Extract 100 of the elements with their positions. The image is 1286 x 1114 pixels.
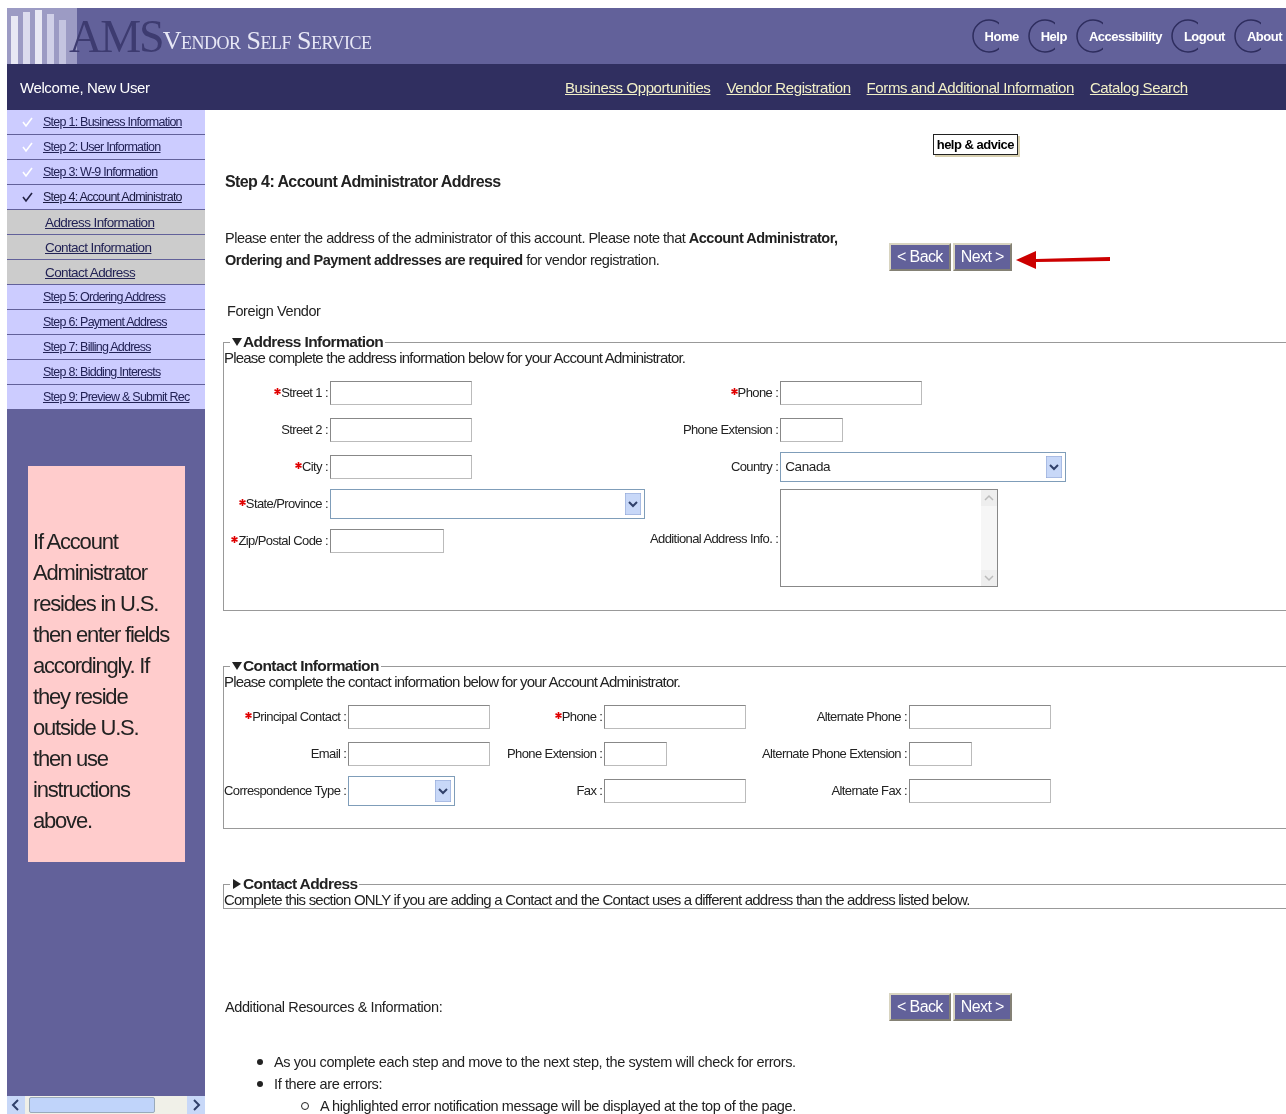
logo-initials: AMS — [69, 9, 163, 63]
step-link[interactable]: Step 7: Billing Address — [43, 340, 151, 354]
intro-text: Please enter the address of the administrator of this account. Please note that Account Administrator, Ordering and Payment addresses are required for vendor registration. — [225, 229, 839, 270]
text-field[interactable] — [348, 704, 491, 729]
step-item[interactable]: Step 7: Billing Address — [7, 335, 205, 360]
substep-link[interactable]: Contact Information — [45, 239, 152, 255]
text-field[interactable] — [604, 778, 747, 803]
step-item[interactable]: Step 3: W-9 Information — [7, 160, 205, 185]
scroll-up-icon[interactable] — [981, 490, 998, 506]
nav-button[interactable]: Accessibility — [1078, 18, 1166, 54]
next-button[interactable]: Next > — [952, 993, 1012, 1021]
step-item[interactable]: Step 4: Account Administrato — [7, 185, 205, 210]
nav-link[interactable]: Vendor Registration — [726, 78, 851, 96]
text-field[interactable] — [604, 741, 668, 766]
text-field[interactable] — [330, 528, 444, 553]
text-area[interactable] — [780, 489, 999, 587]
welcome-text: Welcome, New User — [20, 78, 151, 96]
bullet-icon — [257, 1081, 263, 1087]
step-link[interactable]: Step 6: Payment Address — [43, 315, 167, 329]
nav-link[interactable]: Business Opportunities — [565, 78, 711, 96]
text-field[interactable] — [330, 380, 472, 405]
nav-button[interactable]: Help — [1030, 18, 1071, 54]
dropdown-field[interactable] — [330, 488, 645, 519]
step-link[interactable]: Step 9: Preview & Submit Rec — [43, 390, 190, 404]
scroll-thumb[interactable] — [29, 1097, 155, 1113]
step-item[interactable]: Step 6: Payment Address — [7, 310, 205, 335]
substep-item[interactable]: Contact Address — [7, 260, 205, 285]
text-field[interactable] — [330, 417, 472, 442]
substep-link[interactable]: Address Information — [45, 214, 155, 230]
bullet-text: A highlighted error notification message will be displayed at the top of the page. — [320, 1098, 796, 1114]
step-link[interactable]: Step 5: Ordering Address — [43, 290, 166, 304]
text-field[interactable] — [908, 778, 1051, 803]
site-title: Vendor Self Service — [162, 26, 372, 56]
field-label: Correspondence Type : — [224, 783, 347, 798]
step-item[interactable]: Step 9: Preview & Submit Rec — [7, 385, 205, 410]
scroll-left-icon[interactable] — [7, 1096, 25, 1114]
bullet-text: If there are errors: — [274, 1076, 383, 1092]
field-label: Email : — [310, 746, 347, 761]
nav-link[interactable]: Catalog Search — [1089, 78, 1188, 96]
field-label: Fax : — [576, 783, 603, 798]
section-toggle[interactable]: Contact Address — [230, 875, 360, 893]
step-link[interactable]: Step 8: Bidding Interests — [43, 365, 161, 379]
field-label: Zip/Postal Code : — [238, 533, 328, 548]
note-text: If Account Administrator resides in U.S. then enter fields accordingly. If they reside outside U.S. then use instructions above. — [33, 528, 171, 835]
horizontal-scrollbar[interactable] — [7, 1096, 205, 1114]
dropdown-field[interactable] — [348, 775, 456, 806]
step-link[interactable]: Step 3: W-9 Information — [43, 165, 158, 179]
field-label: Alternate Fax : — [831, 783, 907, 798]
nav-button[interactable]: Home — [974, 18, 1023, 54]
resources-heading: Additional Resources & Information: — [225, 999, 444, 1015]
field-label: City : — [302, 459, 328, 474]
step-item[interactable]: Step 8: Bidding Interests — [7, 360, 205, 385]
dropdown-arrow-icon[interactable] — [625, 492, 641, 515]
step-item[interactable]: Step 5: Ordering Address — [7, 285, 205, 310]
scroll-down-icon[interactable] — [981, 570, 998, 586]
bullet-icon — [257, 1059, 263, 1065]
help-button[interactable]: help & advice — [932, 134, 1018, 155]
text-field[interactable] — [348, 741, 491, 766]
dropdown-arrow-icon[interactable] — [1046, 455, 1063, 478]
field-label: Country : — [730, 459, 779, 474]
section-description: Please complete the contact information below for your Account Administrator. — [224, 673, 682, 690]
step-link[interactable]: Step 1: Business Information — [43, 115, 182, 129]
substep-item[interactable]: Address Information — [7, 210, 205, 235]
back-button[interactable]: < Back — [889, 243, 951, 271]
substep-link[interactable]: Contact Address — [45, 264, 136, 280]
section-toggle[interactable]: Contact Information — [230, 657, 381, 675]
step-item[interactable]: Step 2: User Information — [7, 135, 205, 160]
field-label: Additional Address Info. : — [650, 530, 779, 546]
page-title: Step 4: Account Administrator Address — [225, 173, 502, 191]
bullet-text: As you complete each step and move to the next step, the system will check for errors. — [274, 1054, 796, 1070]
text-field[interactable] — [330, 454, 472, 479]
step-link[interactable]: Step 2: User Information — [43, 140, 161, 154]
back-button[interactable]: < Back — [889, 993, 951, 1021]
vendor-type-label: Foreign Vendor — [226, 303, 322, 319]
dropdown-field[interactable]: Canada — [780, 451, 1067, 482]
section-description: Please complete the address information below for your Account Administrator. — [224, 349, 687, 366]
nav-button[interactable]: Logout — [1173, 18, 1229, 54]
next-button[interactable]: Next > — [952, 243, 1012, 271]
text-field[interactable] — [908, 741, 972, 766]
text-field[interactable] — [908, 704, 1051, 729]
dropdown-arrow-icon[interactable] — [435, 779, 452, 802]
scroll-right-icon[interactable] — [187, 1096, 205, 1114]
field-label: Phone : — [561, 709, 603, 724]
nav-link[interactable]: Forms and Additional Information — [866, 78, 1074, 96]
field-label: Phone : — [737, 385, 779, 400]
field-label: Phone Extension : — [507, 746, 603, 761]
text-field[interactable] — [780, 417, 844, 442]
step-item[interactable]: Step 1: Business Information — [7, 110, 205, 135]
field-label: State/Province : — [245, 496, 328, 511]
field-label: Alternate Phone Extension : — [762, 746, 907, 761]
field-label: Street 2 : — [281, 422, 328, 437]
nav-button[interactable]: About — [1236, 18, 1286, 54]
text-field[interactable] — [604, 704, 747, 729]
field-label: Alternate Phone : — [816, 709, 907, 724]
substep-item[interactable]: Contact Information — [7, 235, 205, 260]
text-field[interactable] — [780, 380, 923, 405]
section-toggle[interactable]: Address Information — [230, 333, 386, 351]
step-link[interactable]: Step 4: Account Administrato — [43, 190, 182, 204]
field-label: Phone Extension : — [682, 422, 779, 437]
field-label: Street 1 : — [281, 385, 328, 400]
